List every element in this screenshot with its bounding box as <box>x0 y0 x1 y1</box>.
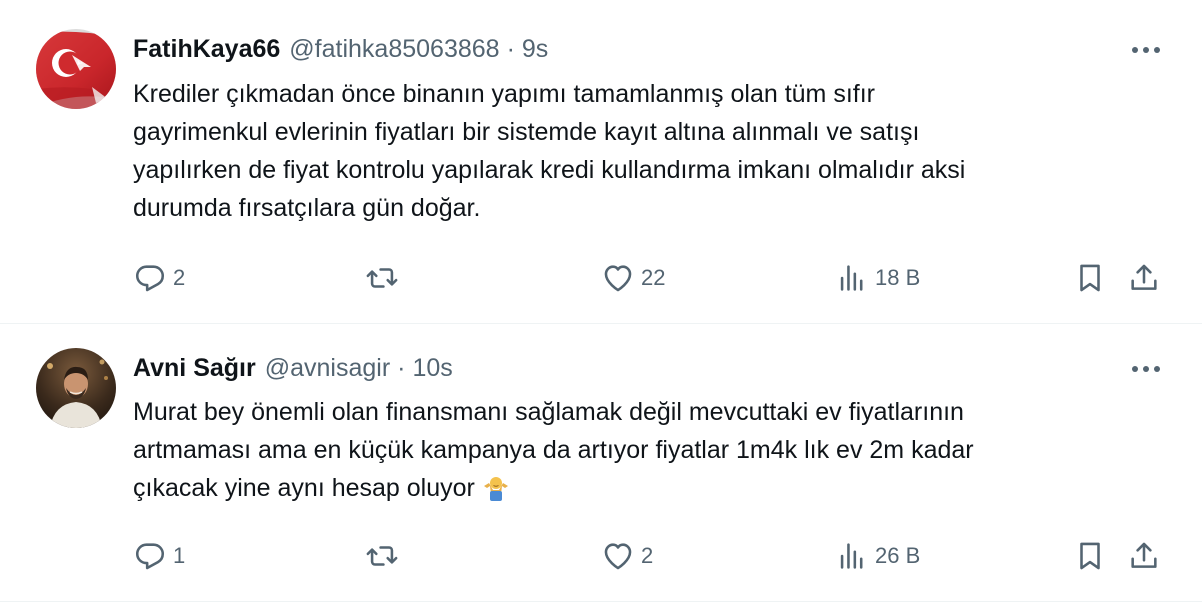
tweet-text-line: durumda fırsatçılara gün doğar. <box>133 194 481 222</box>
tweet-text-line: gayrimenkul evlerinin fiyatları bir sist… <box>133 118 920 146</box>
timeline: FatihKaya66 @fatihka85063868 · 9s Kredil… <box>0 0 1202 606</box>
reply-button[interactable]: 2 <box>133 258 185 298</box>
reply-icon <box>135 265 165 292</box>
tweet-text: Krediler çıkmadan önce binanın yapımı ta… <box>133 75 1173 227</box>
separator-dot: · <box>397 353 406 382</box>
retweet-icon <box>366 268 398 288</box>
reply-count: 1 <box>173 543 186 568</box>
display-name[interactable]: Avni Sağır <box>133 354 256 383</box>
bookmark-button[interactable] <box>1073 536 1107 576</box>
bookmark-button[interactable] <box>1073 258 1107 298</box>
heart-icon <box>604 265 632 292</box>
tweet[interactable]: FatihKaya66 @fatihka85063868 · 9s Kredil… <box>0 0 1202 324</box>
more-button[interactable] <box>1126 30 1166 70</box>
more-horizontal-icon <box>1132 366 1160 372</box>
avatar[interactable] <box>36 348 116 428</box>
action-bar: 1 2 26 B <box>133 536 1173 576</box>
tweet-text-line: Murat bey önemli olan finansmanı sağlama… <box>133 398 964 426</box>
reply-icon <box>135 543 165 570</box>
like-button[interactable]: 22 <box>601 258 665 298</box>
more-horizontal-icon <box>1132 47 1160 53</box>
retweet-button[interactable] <box>365 258 405 298</box>
views-button[interactable]: 26 B <box>835 536 920 576</box>
avatar[interactable] <box>36 29 116 109</box>
retweet-button[interactable] <box>365 536 405 576</box>
retweet-icon <box>366 546 398 566</box>
display-name[interactable]: FatihKaya66 <box>133 35 280 64</box>
person-shrugging-emoji <box>481 472 511 513</box>
share-icon <box>1131 264 1157 290</box>
user-handle[interactable]: @fatihka85063868 <box>289 35 499 64</box>
person-photo-avatar <box>36 348 116 428</box>
views-icon <box>840 265 863 291</box>
timestamp[interactable]: 10s <box>412 354 452 383</box>
like-button[interactable]: 2 <box>601 536 653 576</box>
bookmark-icon <box>1080 542 1100 570</box>
like-count: 2 <box>641 543 654 568</box>
tweet-text-line: Krediler çıkmadan önce binanın yapımı ta… <box>133 80 875 108</box>
tweet[interactable]: Avni Sağır @avnisagir · 10s Murat bey ön… <box>0 324 1202 602</box>
action-bar: 2 22 18 B <box>133 258 1173 298</box>
tweet-text-line: çıkacak yine aynı hesap oluyor <box>133 474 475 502</box>
turkish-flag-avatar <box>36 29 116 109</box>
more-button[interactable] <box>1126 349 1166 389</box>
reply-button[interactable]: 1 <box>133 536 185 576</box>
separator-dot: · <box>506 34 515 63</box>
views-button[interactable]: 18 B <box>835 258 920 298</box>
like-count: 22 <box>641 265 666 290</box>
share-button[interactable] <box>1127 258 1161 298</box>
share-button[interactable] <box>1127 536 1161 576</box>
user-handle[interactable]: @avnisagir <box>265 354 390 383</box>
view-count: 26 B <box>875 543 921 568</box>
reply-count: 2 <box>173 265 186 290</box>
tweet-text: Murat bey önemli olan finansmanı sağlama… <box>133 393 1173 513</box>
tweet-text-line-with-emoji: çıkacak yine aynı hesap oluyor <box>133 469 1173 513</box>
bookmark-icon <box>1080 264 1100 292</box>
heart-icon <box>604 543 632 570</box>
share-icon <box>1131 542 1157 568</box>
view-count: 18 B <box>875 265 921 290</box>
views-icon <box>840 543 863 569</box>
timestamp[interactable]: 9s <box>522 35 548 64</box>
tweet-text-line: yapılırken de fiyat kontrolu yapılarak k… <box>133 156 966 184</box>
tweet-text-line: artmaması ama en küçük kampanya da artıy… <box>133 436 974 464</box>
tweet-header: Avni Sağır @avnisagir · 10s <box>133 348 453 388</box>
tweet-header: FatihKaya66 @fatihka85063868 · 9s <box>133 29 548 69</box>
